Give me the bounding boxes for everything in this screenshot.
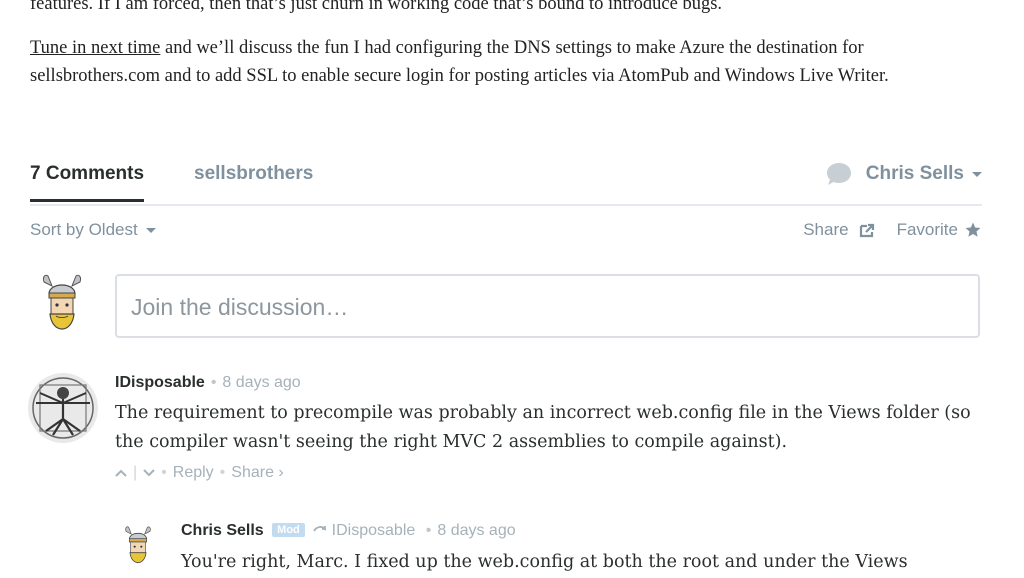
sort-label: Sort by Oldest xyxy=(30,220,138,239)
reply-body: You're right, Marc. I fixed up the web.c… xyxy=(181,552,908,572)
vitruvian-avatar-icon[interactable] xyxy=(28,373,98,443)
separator-dot: • xyxy=(161,464,167,481)
mod-badge: Mod xyxy=(272,523,305,537)
tab-comments-count[interactable]: 7 Comments xyxy=(30,163,145,202)
article-paragraph-1: features. If I am forced, then that’s ju… xyxy=(30,0,723,14)
vote-divider: | xyxy=(133,464,138,481)
article-text: features. If I am forced, then that’s ju… xyxy=(30,0,990,90)
reply-author[interactable]: Chris Sells xyxy=(181,522,264,539)
user-menu[interactable]: Chris Sells xyxy=(826,162,982,186)
reply-to-link[interactable]: IDisposable xyxy=(313,522,420,539)
sort-bar: Sort by Oldest Share Favorite xyxy=(30,220,982,244)
viking-avatar-icon[interactable] xyxy=(122,523,154,573)
comment-meta: IDisposable • 8 days ago xyxy=(115,374,301,392)
article-paragraph-2: Tune in next time and we’ll discuss the … xyxy=(30,34,990,90)
share-label: Share xyxy=(803,220,849,239)
comment-body: The requirement to precompile was probab… xyxy=(115,403,971,452)
comments-tabs: 7 Comments sellsbrothers Chris Sells xyxy=(30,160,982,206)
reply-arrow-icon xyxy=(313,526,327,532)
sort-dropdown[interactable]: Sort by Oldest xyxy=(30,220,156,240)
comment-time[interactable]: 8 days ago xyxy=(222,374,300,391)
comment-actions: | • Reply • Share › xyxy=(115,464,284,482)
user-name[interactable]: Chris Sells xyxy=(866,163,964,185)
chevron-down-icon[interactable] xyxy=(972,171,982,177)
reply-time[interactable]: 8 days ago xyxy=(437,522,515,539)
downvote-icon[interactable] xyxy=(143,469,155,477)
share-thread-button[interactable]: Share xyxy=(803,220,876,240)
notification-bubble-icon[interactable] xyxy=(826,162,852,186)
upvote-icon[interactable] xyxy=(115,469,127,477)
reply-meta: Chris Sells Mod IDisposable • 8 days ago xyxy=(181,522,516,540)
favorite-button[interactable]: Favorite xyxy=(897,220,982,240)
tab-community[interactable]: sellsbrothers xyxy=(194,163,313,185)
separator-dot: • xyxy=(425,522,432,539)
separator-dot: • xyxy=(210,374,217,391)
favorite-label: Favorite xyxy=(896,220,958,239)
separator-dot: • xyxy=(219,464,226,481)
share-comment-button[interactable]: Share › xyxy=(231,464,283,482)
reply-button[interactable]: Reply xyxy=(173,464,214,482)
tune-in-link[interactable]: Tune in next time xyxy=(30,38,160,58)
share-icon xyxy=(859,223,874,238)
comment-input[interactable]: Join the discussion… xyxy=(115,274,980,338)
viking-avatar-icon xyxy=(43,274,81,330)
chevron-down-icon xyxy=(145,228,156,234)
comment-author[interactable]: IDisposable xyxy=(115,374,205,391)
reply-to-name: IDisposable xyxy=(331,522,416,539)
star-icon xyxy=(965,222,981,237)
